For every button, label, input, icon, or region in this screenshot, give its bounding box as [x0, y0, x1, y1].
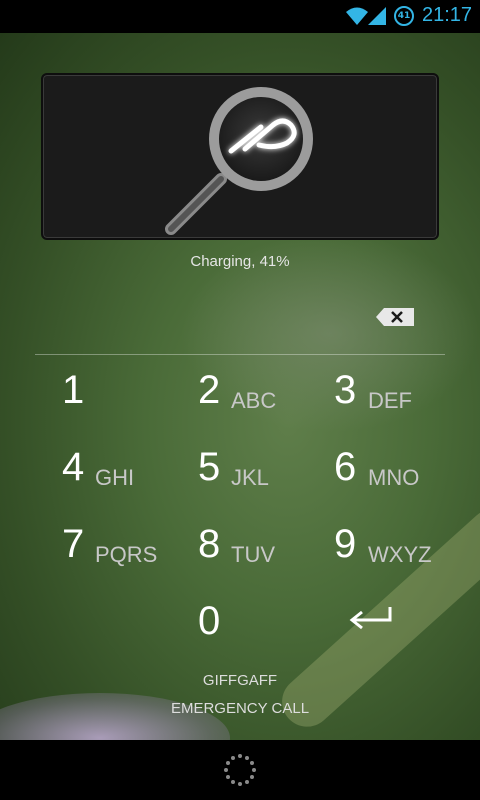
key-letters: MNO: [368, 465, 420, 490]
key-5[interactable]: 5 JKL: [198, 445, 308, 505]
key-0[interactable]: 0: [198, 599, 238, 659]
status-clock: 21:17: [422, 4, 473, 26]
key-digit: 1: [62, 368, 85, 412]
charging-status: Charging, 41%: [190, 253, 290, 270]
key-letters: WXYZ: [368, 542, 432, 567]
emergency-call-button[interactable]: EMERGENCY CALL: [160, 700, 320, 724]
key-digit: 5: [198, 445, 221, 489]
backspace-icon[interactable]: [376, 308, 414, 326]
key-4[interactable]: 4 GHI: [62, 445, 172, 505]
key-digit: 4: [62, 445, 85, 489]
key-letters: JKL: [231, 465, 269, 490]
pin-divider: [35, 354, 445, 355]
key-1[interactable]: 1: [62, 368, 162, 428]
wifi-icon: [346, 7, 368, 25]
status-bar: 41 21:17: [0, 0, 480, 33]
battery-icon: 41: [394, 6, 414, 26]
lockscreen-widget[interactable]: [41, 73, 439, 240]
key-digit: 3: [334, 368, 357, 412]
key-letters: GHI: [95, 465, 135, 490]
key-digit: 6: [334, 445, 357, 489]
key-digit: 2: [198, 368, 221, 412]
key-letters: ABC: [231, 388, 277, 413]
key-2[interactable]: 2 ABC: [198, 368, 308, 428]
key-letters: DEF: [368, 388, 412, 413]
unlock-handle-icon[interactable]: [222, 752, 258, 788]
key-7[interactable]: 7 PQRS: [62, 522, 182, 582]
enter-arrow-icon[interactable]: [348, 605, 394, 635]
key-digit: 8: [198, 522, 221, 566]
key-3[interactable]: 3 DEF: [334, 368, 444, 428]
key-6[interactable]: 6 MNO: [334, 445, 444, 505]
carrier-label: GIFFGAFF: [202, 672, 278, 689]
key-digit: 0: [198, 599, 221, 643]
key-digit: 9: [334, 522, 357, 566]
key-9[interactable]: 9 WXYZ: [334, 522, 454, 582]
key-digit: 7: [62, 522, 85, 566]
search-magnifier-icon: [165, 87, 313, 235]
signal-icon: [368, 7, 386, 25]
navigation-bar: [0, 740, 480, 800]
key-letters: PQRS: [95, 542, 158, 567]
battery-level: 41: [397, 11, 411, 21]
key-8[interactable]: 8 TUV: [198, 522, 308, 582]
key-letters: TUV: [231, 542, 275, 567]
